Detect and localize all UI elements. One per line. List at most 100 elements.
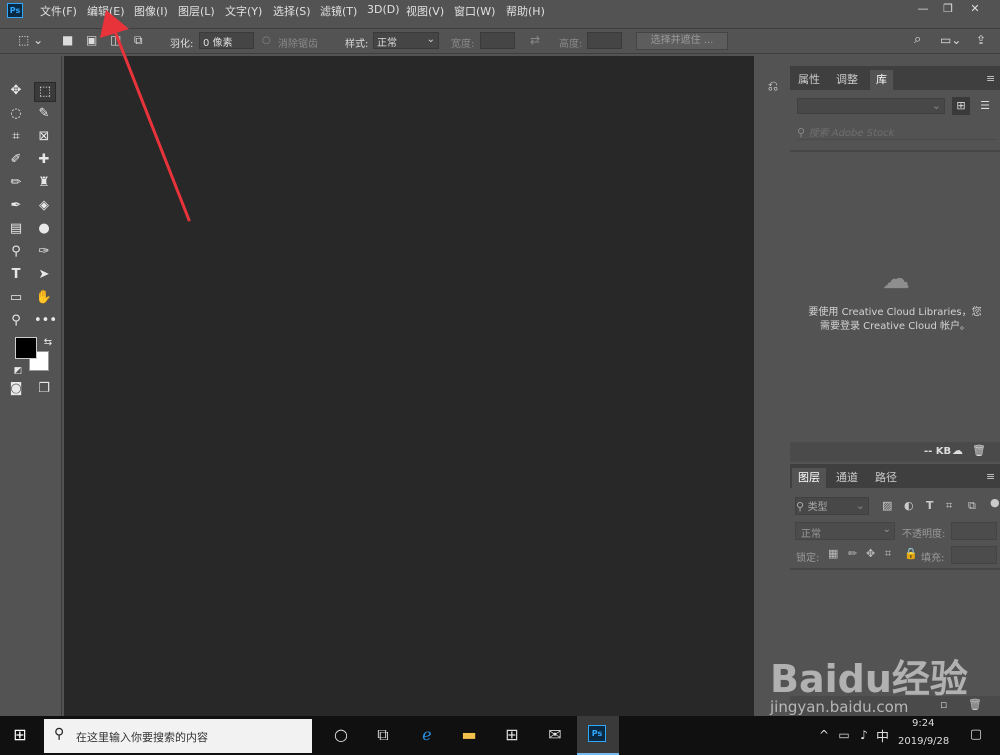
trash-icon[interactable]: 🗑 — [972, 444, 986, 457]
default-colors-icon[interactable]: ◩ — [8, 362, 28, 380]
quick-selection-tool-icon[interactable]: ✎ — [34, 105, 54, 123]
feather-input[interactable]: 0 像素 — [199, 32, 254, 49]
clock-date[interactable]: 2019/9/28 — [898, 736, 949, 747]
mail-icon[interactable]: ✉ — [543, 724, 567, 746]
fill-input[interactable] — [951, 546, 997, 564]
ime-indicator[interactable]: 中 — [876, 726, 889, 745]
filter-toggle-icon[interactable]: ● — [990, 496, 1000, 509]
menu-3d[interactable]: 3D(D) — [367, 3, 400, 16]
menu-view[interactable]: 视图(V) — [406, 3, 444, 19]
zoom-tool-icon[interactable]: ⚲ — [6, 312, 26, 330]
menu-type[interactable]: 文字(Y) — [225, 3, 262, 19]
menu-edit[interactable]: 编辑(E) — [87, 3, 125, 19]
menu-filter[interactable]: 滤镜(T) — [320, 3, 357, 19]
lock-artboard-icon[interactable]: ⌗ — [885, 547, 891, 561]
menu-image[interactable]: 图像(I) — [134, 3, 168, 19]
hand-tool-icon[interactable]: ✋ — [34, 289, 54, 307]
tab-channels[interactable]: 通道 — [830, 468, 864, 488]
subtract-selection-icon[interactable]: ◫ — [110, 33, 121, 47]
panel-menu-icon[interactable]: ≡ — [986, 470, 995, 483]
foreground-color-swatch[interactable] — [15, 337, 37, 359]
volume-icon[interactable]: ♪ — [852, 724, 876, 746]
path-selection-tool-icon[interactable]: ➤ — [34, 266, 54, 284]
pen-tool-icon[interactable]: ✑ — [34, 243, 54, 261]
more-tools-icon[interactable]: ••• — [34, 312, 57, 330]
menu-select[interactable]: 选择(S) — [273, 3, 311, 19]
type-layer-filter-icon[interactable]: T — [926, 499, 934, 512]
rectangle-tool-icon[interactable]: ▭ — [6, 289, 26, 307]
healing-brush-tool-icon[interactable]: ✚ — [34, 151, 54, 169]
cortana-icon[interactable]: ○ — [329, 724, 353, 746]
rectangular-marquee-tool-icon[interactable]: ⬚ — [34, 82, 56, 102]
taskbar-search-box[interactable]: ⚲ 在这里输入你要搜索的内容 — [44, 719, 312, 753]
width-input[interactable] — [480, 32, 515, 49]
swap-dimensions-icon[interactable]: ⇄ — [530, 33, 540, 47]
opacity-input[interactable] — [951, 522, 997, 540]
height-input[interactable] — [587, 32, 622, 49]
intersect-selection-icon[interactable]: ⧉ — [134, 33, 143, 48]
clone-stamp-tool-icon[interactable]: ♜ — [34, 174, 54, 192]
photoshop-taskbar-button[interactable]: Ps — [577, 716, 619, 755]
menu-layer[interactable]: 图层(L) — [178, 3, 215, 19]
edge-browser-icon[interactable]: ℯ — [415, 724, 439, 746]
cloud-sync-icon[interactable]: ☁ — [952, 444, 963, 457]
task-view-icon[interactable]: ⧉ — [371, 724, 395, 746]
restore-button[interactable]: ❐ — [937, 2, 959, 18]
brush-tool-icon[interactable]: ✏ — [6, 174, 26, 192]
pixel-layer-filter-icon[interactable]: ▨ — [882, 499, 892, 512]
notifications-icon[interactable]: ▢ — [964, 724, 988, 746]
tab-layers[interactable]: 图层 — [792, 468, 826, 488]
smart-object-filter-icon[interactable]: ⧉ — [968, 499, 976, 513]
tab-paths[interactable]: 路径 — [869, 468, 903, 488]
select-and-mask-button[interactable]: 选择并遮住 ... — [636, 32, 728, 50]
blend-mode-select[interactable]: 正常 ⌄ — [795, 522, 895, 540]
layer-filter-select[interactable]: ⚲ 类型 ⌄ — [795, 497, 869, 515]
search-icon[interactable]: ⌕ — [914, 32, 921, 47]
eraser-tool-icon[interactable]: ◈ — [34, 197, 54, 215]
menu-help[interactable]: 帮助(H) — [506, 3, 545, 19]
file-explorer-icon[interactable]: ▬ — [457, 724, 481, 746]
tab-adjustments[interactable]: 调整 — [830, 70, 864, 90]
lock-image-icon[interactable]: ✏ — [848, 547, 857, 560]
lock-transparent-icon[interactable]: ▦ — [828, 547, 838, 560]
clock-time[interactable]: 9:24 — [912, 718, 934, 729]
tab-libraries[interactable]: 库 — [870, 70, 893, 90]
type-tool-icon[interactable]: T — [6, 266, 26, 284]
lasso-tool-icon[interactable]: ◌ — [6, 105, 26, 123]
menu-file[interactable]: 文件(F) — [40, 3, 77, 19]
stock-search-input[interactable]: ⚲ 搜索 Adobe Stock — [797, 124, 997, 140]
swap-colors-icon[interactable]: ⇆ — [38, 334, 58, 352]
close-button[interactable]: ✕ — [964, 2, 986, 18]
panel-menu-icon[interactable]: ≡ — [986, 72, 995, 85]
tab-properties[interactable]: 属性 — [792, 70, 826, 90]
screen-mode-icon[interactable]: ❐ — [34, 380, 54, 398]
crop-tool-icon[interactable]: ⌗ — [6, 128, 26, 146]
document-canvas-area[interactable] — [64, 56, 754, 716]
move-tool-icon[interactable]: ✥ — [6, 82, 26, 100]
frame-tool-icon[interactable]: ⊠ — [34, 128, 54, 146]
add-selection-icon[interactable]: ▣ — [86, 33, 97, 47]
lock-all-icon[interactable]: 🔒 — [904, 547, 918, 560]
windows-start-icon[interactable]: ⊞ — [8, 724, 32, 746]
list-view-icon[interactable]: ☰ — [976, 97, 994, 115]
store-icon[interactable]: ⊞ — [500, 724, 524, 746]
share-icon[interactable]: ⇪ — [976, 33, 986, 47]
new-selection-icon[interactable]: ■ — [62, 33, 73, 47]
library-select[interactable]: ⌄ — [797, 98, 945, 114]
adjustment-layer-filter-icon[interactable]: ◐ — [904, 499, 914, 512]
lock-position-icon[interactable]: ✥ — [866, 547, 875, 560]
antialias-checkbox-icon[interactable]: ○ — [262, 35, 271, 46]
menu-window[interactable]: 窗口(W) — [454, 3, 495, 19]
blur-tool-icon[interactable]: ● — [34, 220, 54, 238]
history-brush-tool-icon[interactable]: ✒ — [6, 197, 26, 215]
quick-mask-icon[interactable]: ◙ — [6, 380, 26, 398]
shape-layer-filter-icon[interactable]: ⌗ — [946, 499, 952, 513]
gradient-tool-icon[interactable]: ▤ — [6, 220, 26, 238]
minimize-button[interactable]: — — [912, 2, 934, 18]
eyedropper-tool-icon[interactable]: ✐ — [6, 151, 26, 169]
dodge-tool-icon[interactable]: ⚲ — [6, 243, 26, 261]
history-panel-icon[interactable]: ⎌ — [763, 78, 783, 96]
workspace-icon[interactable]: ▭⌄ — [940, 33, 961, 47]
grid-view-icon[interactable]: ⊞ — [952, 97, 970, 115]
style-select[interactable]: 正常 ⌄ — [373, 32, 439, 49]
